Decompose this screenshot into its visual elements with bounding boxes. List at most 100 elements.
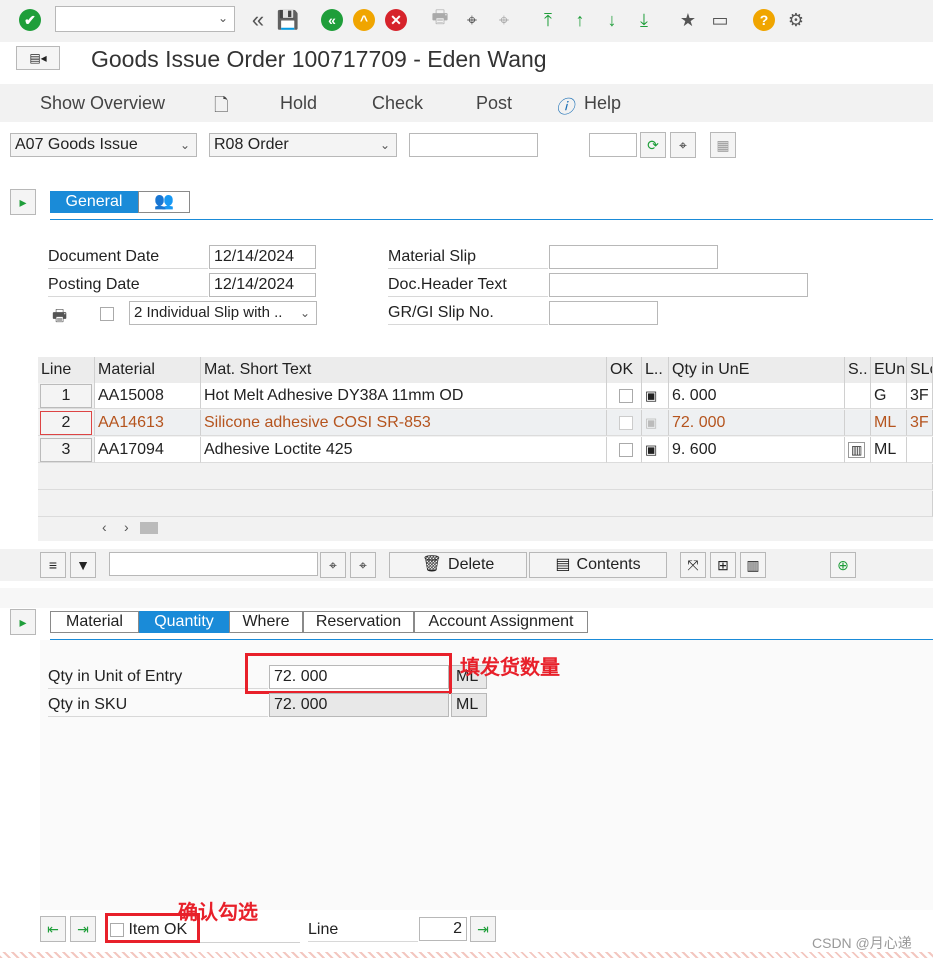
- shortcut-icon[interactable]: ▭: [708, 8, 732, 32]
- column-header-l[interactable]: L..: [642, 357, 669, 383]
- previous-item-icon[interactable]: ⇤: [40, 916, 66, 942]
- tab-account-assignment[interactable]: Account Assignment: [414, 611, 588, 633]
- table-row[interactable]: 3: [38, 437, 95, 463]
- delete-button[interactable]: 🗑 Delete: [389, 552, 527, 578]
- column-header-slo[interactable]: SLo: [907, 357, 933, 383]
- go-to-line-icon[interactable]: ⇥: [470, 916, 496, 942]
- hierarchy-icon[interactable]: ⊞: [710, 552, 736, 578]
- exit-icon[interactable]: ^: [352, 8, 376, 32]
- print-checkbox[interactable]: [100, 307, 114, 321]
- column-header-qty[interactable]: Qty in UnE: [669, 357, 845, 383]
- tab-material[interactable]: Material: [50, 611, 139, 633]
- table-search-input[interactable]: [109, 552, 318, 576]
- command-field[interactable]: ⌄: [55, 6, 235, 32]
- transaction-select[interactable]: A07 Goods Issue ⌄: [10, 133, 197, 157]
- tab-general[interactable]: General: [50, 191, 138, 213]
- last-page-icon[interactable]: ⤓: [632, 8, 656, 32]
- next-item-icon[interactable]: ⇥: [70, 916, 96, 942]
- ok-checkbox[interactable]: [618, 415, 633, 430]
- tab-reservation[interactable]: Reservation: [303, 611, 414, 633]
- ok-cell[interactable]: [607, 437, 642, 463]
- save-icon[interactable]: 💾: [276, 8, 300, 32]
- column-header-short-text[interactable]: Mat. Short Text: [201, 357, 607, 383]
- detail-cell[interactable]: ▣: [642, 410, 669, 436]
- posting-date-field[interactable]: 12/14/2024: [209, 273, 316, 297]
- doc-header-text-field[interactable]: [549, 273, 808, 297]
- table-row[interactable]: 2: [38, 410, 95, 436]
- tab-where[interactable]: Where: [229, 611, 303, 633]
- grgi-slip-no-field[interactable]: [549, 301, 658, 325]
- chevron-down-icon[interactable]: ⌄: [218, 11, 228, 25]
- reference-select[interactable]: R08 Order ⌄: [209, 133, 397, 157]
- gear-icon[interactable]: ⚙: [784, 8, 808, 32]
- back-chevron-icon[interactable]: «: [246, 7, 270, 32]
- filter-icon[interactable]: ▼: [70, 552, 96, 578]
- column-header-eun[interactable]: EUn: [871, 357, 907, 383]
- previous-page-icon[interactable]: ↑: [568, 8, 592, 32]
- search-icon[interactable]: ⌖: [670, 132, 696, 158]
- search-next-icon[interactable]: ⌖: [350, 552, 376, 578]
- print-icon[interactable]: 🖶: [428, 7, 452, 32]
- line-field[interactable]: 2: [419, 917, 467, 941]
- back-icon[interactable]: «: [320, 8, 344, 32]
- expand-icon[interactable]: ⤧: [680, 552, 706, 578]
- short-text-cell: Silicone adhesive COSI SR-853: [201, 410, 607, 436]
- collapse-header-icon[interactable]: ▸: [10, 189, 36, 215]
- tab-partner[interactable]: 👥: [138, 191, 190, 213]
- horizontal-scrollbar[interactable]: [140, 522, 158, 534]
- detail-icon[interactable]: ▣: [645, 442, 657, 457]
- tab-quantity[interactable]: Quantity: [139, 611, 229, 633]
- collapse-detail-icon[interactable]: ▸: [10, 609, 36, 635]
- qty-cell[interactable]: 6. 000: [669, 383, 845, 409]
- s-cell[interactable]: ▥: [845, 437, 871, 463]
- find-next-icon[interactable]: ⌖: [492, 8, 516, 32]
- help-button[interactable]: Help: [584, 93, 621, 114]
- order-item-input[interactable]: [589, 133, 637, 157]
- select-all-icon[interactable]: ≡: [40, 552, 66, 578]
- ok-cell[interactable]: [607, 410, 642, 436]
- info-icon[interactable]: ⓘ: [556, 93, 574, 119]
- detail-icon[interactable]: ▣: [645, 388, 657, 403]
- help-icon[interactable]: ?: [752, 8, 776, 32]
- order-number-input[interactable]: [409, 133, 538, 157]
- show-overview-button[interactable]: Show Overview: [40, 93, 165, 114]
- first-page-icon[interactable]: ⤒: [536, 8, 560, 32]
- qty-cell[interactable]: 9. 600: [669, 437, 845, 463]
- add-row-icon[interactable]: ⊕: [830, 552, 856, 578]
- execute-icon[interactable]: ⟳: [640, 132, 666, 158]
- stock-overview-icon[interactable]: ▥: [740, 552, 766, 578]
- ok-checkbox[interactable]: [618, 442, 633, 457]
- enter-icon[interactable]: ✔: [18, 8, 42, 32]
- ok-cell[interactable]: [607, 383, 642, 409]
- contents-button[interactable]: ▤ Contents: [529, 552, 667, 578]
- check-button[interactable]: Check: [372, 93, 423, 114]
- chevron-down-icon: ⌄: [299, 306, 310, 320]
- table-row[interactable]: 1: [38, 383, 95, 409]
- page-title: Goods Issue Order 100717709 - Eden Wang: [91, 46, 547, 72]
- column-header-s[interactable]: S..: [845, 357, 871, 383]
- detail-icon[interactable]: ▣: [645, 415, 657, 430]
- cancel-icon[interactable]: ✕: [384, 8, 408, 32]
- qty-cell[interactable]: 72. 000: [669, 410, 845, 436]
- material-slip-field[interactable]: [549, 245, 718, 269]
- column-header-ok[interactable]: OK: [607, 357, 642, 383]
- create-session-icon[interactable]: ★: [676, 8, 700, 32]
- detail-cell[interactable]: ▣: [642, 437, 669, 463]
- new-document-icon[interactable]: 🗋: [214, 93, 228, 123]
- document-date-field[interactable]: 12/14/2024: [209, 245, 316, 269]
- scroll-right-icon[interactable]: ›: [124, 519, 129, 535]
- stock-icon[interactable]: ▥: [848, 442, 866, 458]
- menu-button[interactable]: ▤◂: [16, 46, 60, 70]
- column-header-line[interactable]: Line: [38, 357, 95, 383]
- slip-option-select[interactable]: 2 Individual Slip with .. ⌄: [129, 301, 317, 325]
- hold-button[interactable]: Hold: [280, 93, 317, 114]
- post-button[interactable]: Post: [476, 93, 512, 114]
- scroll-left-icon[interactable]: ‹: [102, 519, 107, 535]
- detail-cell[interactable]: ▣: [642, 383, 669, 409]
- ok-checkbox[interactable]: [618, 388, 633, 403]
- calculator-icon[interactable]: ▦: [710, 132, 736, 158]
- search-icon[interactable]: ⌖: [320, 552, 346, 578]
- column-header-material[interactable]: Material: [95, 357, 201, 383]
- find-icon[interactable]: ⌖: [460, 8, 484, 32]
- next-page-icon[interactable]: ↓: [600, 8, 624, 32]
